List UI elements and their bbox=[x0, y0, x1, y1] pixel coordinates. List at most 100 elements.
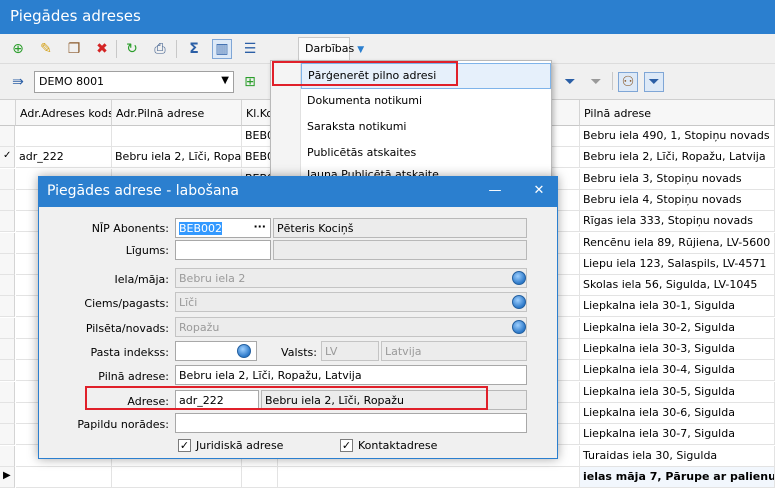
print-icon[interactable]: ⎙ bbox=[150, 39, 170, 59]
juridiska-label: Juridiskā adrese bbox=[196, 439, 284, 452]
edit-address-dialog: Piegādes adrese - labošana — ✕ NĪP Abone… bbox=[38, 176, 558, 459]
column-header[interactable]: Adr.Adreses kods bbox=[16, 100, 112, 126]
row-indicator bbox=[0, 211, 15, 232]
toolbar-separator bbox=[612, 72, 613, 90]
lookup-dots-icon[interactable]: ··· bbox=[253, 220, 266, 233]
pasta-label: Pasta indekss: bbox=[90, 346, 169, 359]
company-select[interactable]: DEMO 8001 ▼ bbox=[34, 71, 234, 93]
refresh-icon[interactable]: ↻ bbox=[122, 39, 142, 59]
chevron-down-icon: ▼ bbox=[357, 45, 365, 55]
add-filter-icon[interactable]: ⊞ bbox=[240, 72, 260, 92]
iela-label: Iela/māja: bbox=[114, 273, 169, 286]
close-icon[interactable]: ✕ bbox=[527, 181, 551, 203]
columns-icon[interactable]: ▥ bbox=[212, 39, 232, 59]
row-indicator: ▶ bbox=[0, 467, 15, 488]
cell-address[interactable]: Liepkalna iela 30-6, Sigulda bbox=[580, 403, 775, 424]
kontakt-checkbox[interactable]: ✓ bbox=[340, 439, 353, 452]
ligums-label: Līgums: bbox=[125, 244, 169, 257]
cell-address[interactable]: Bebru iela 3, Stopiņu novads bbox=[580, 169, 775, 190]
menu-item-list-events[interactable]: Saraksta notikumi bbox=[301, 115, 551, 141]
globe-icon[interactable] bbox=[512, 320, 526, 334]
tree-view-icon[interactable]: ☰ bbox=[240, 39, 260, 59]
valsts-code-field[interactable]: LV bbox=[321, 341, 379, 361]
ciems-field[interactable]: Līči bbox=[175, 292, 527, 312]
pilseta-field[interactable]: Ropažu bbox=[175, 317, 527, 337]
minimize-icon[interactable]: — bbox=[483, 181, 507, 203]
row-indicator bbox=[0, 382, 15, 403]
company-select-value: DEMO 8001 bbox=[39, 75, 105, 88]
juridiska-checkbox[interactable]: ✓ bbox=[178, 439, 191, 452]
toolbar-separator bbox=[176, 40, 177, 58]
globe-icon[interactable] bbox=[512, 295, 526, 309]
cell-address[interactable]: Bebru iela 2, Līči, Ropažu, Latvija bbox=[580, 147, 775, 168]
chevron-down-icon: ▼ bbox=[221, 75, 229, 86]
pilna-input[interactable]: Bebru iela 2, Līči, Ropažu, Latvija bbox=[175, 365, 527, 385]
edit-icon[interactable]: ✎ bbox=[36, 39, 56, 59]
new-record-icon[interactable]: ⊕ bbox=[8, 39, 28, 59]
cell-pilna-adrese[interactable]: Bebru iela 2, Līči, Ropažu bbox=[112, 147, 242, 168]
cell-address[interactable]: Rīgas iela 333, Stopiņu novads bbox=[580, 211, 775, 232]
column-header[interactable]: Pilnā adrese bbox=[580, 100, 775, 126]
actions-menu-button[interactable]: Darbības ▼ bbox=[298, 37, 364, 61]
cell-address[interactable]: Bebru iela 4, Stopiņu novads bbox=[580, 190, 775, 211]
kontakt-label: Kontaktadrese bbox=[358, 439, 438, 452]
row-indicator bbox=[0, 169, 15, 190]
row-indicator bbox=[0, 190, 15, 211]
globe-icon[interactable] bbox=[237, 344, 251, 358]
cell-address[interactable]: Liepkalna iela 30-3, Sigulda bbox=[580, 339, 775, 360]
cell-empty bbox=[278, 467, 580, 488]
iela-field[interactable]: Bebru iela 2 bbox=[175, 268, 527, 288]
ciems-label: Ciems/pagasts: bbox=[84, 297, 169, 310]
funnel-icon[interactable]: ⏷ bbox=[560, 72, 580, 92]
cell-pilna-adrese[interactable] bbox=[112, 467, 242, 488]
nip-name-field: Pēteris Kociņš bbox=[273, 218, 527, 238]
row-indicator bbox=[0, 275, 15, 296]
nip-code-value: BEB002 bbox=[179, 222, 223, 235]
cell-address[interactable]: Liepkalna iela 30-2, Sigulda bbox=[580, 318, 775, 339]
dialog-title: Piegādes adrese - labošana bbox=[39, 177, 557, 207]
nip-code-input[interactable]: BEB002 ··· bbox=[175, 218, 271, 238]
query-filter-icon[interactable]: ⏷ bbox=[644, 72, 664, 92]
valsts-name-field: Latvija bbox=[381, 341, 527, 361]
row-indicator bbox=[0, 296, 15, 317]
user-filter-icon[interactable]: ⚇ bbox=[618, 72, 638, 92]
ligums-input[interactable] bbox=[175, 240, 271, 260]
clear-filter-icon[interactable]: ⏷ bbox=[586, 72, 606, 92]
row-indicator bbox=[0, 126, 15, 147]
menu-item-document-events[interactable]: Dokumenta notikumi bbox=[301, 89, 551, 115]
pilna-label: Pilnā adrese: bbox=[98, 370, 169, 383]
nip-label: NĪP Abonents: bbox=[91, 222, 169, 235]
cell-address[interactable]: Rencēnu iela 89, Rūjiena, LV-5600 bbox=[580, 233, 775, 254]
cell-address[interactable]: Liepkalna iela 30-4, Sigulda bbox=[580, 360, 775, 381]
cell-adreses-kods[interactable] bbox=[16, 467, 112, 488]
cell-address[interactable]: Liepkalna iela 30-5, Sigulda bbox=[580, 382, 775, 403]
copy-icon[interactable]: ❐ bbox=[64, 39, 84, 59]
row-indicator bbox=[0, 446, 15, 467]
cell-address[interactable]: Liepkalna iela 30-7, Sigulda bbox=[580, 424, 775, 445]
valsts-label: Valsts: bbox=[281, 346, 317, 359]
cell-address[interactable]: Bebru iela 490, 1, Stopiņu novads bbox=[580, 126, 775, 147]
cell-adreses-kods[interactable]: adr_222 bbox=[16, 147, 112, 168]
toolbar-separator bbox=[116, 40, 117, 58]
sum-icon[interactable]: Σ bbox=[184, 39, 204, 59]
row-indicator: ✓ bbox=[0, 147, 15, 168]
highlight-box-menu bbox=[272, 61, 458, 86]
column-header[interactable]: Adr.Pilnā adrese bbox=[112, 100, 242, 126]
delete-icon[interactable]: ✖ bbox=[92, 39, 112, 59]
globe-icon[interactable] bbox=[512, 271, 526, 285]
cell-address[interactable]: Liepkalna iela 30-1, Sigulda bbox=[580, 296, 775, 317]
row-indicator bbox=[0, 403, 15, 424]
row-indicator bbox=[0, 339, 15, 360]
cell-adreses-kods[interactable] bbox=[16, 126, 112, 147]
filter-arrow-icon[interactable]: ⇛ bbox=[8, 72, 28, 92]
cell-address[interactable]: ielas māja 7, Pārupe ar palienu bbox=[580, 467, 775, 488]
papildu-input[interactable] bbox=[175, 413, 527, 433]
ligums-name-field bbox=[273, 240, 527, 260]
cell-kl-kods[interactable] bbox=[242, 467, 278, 488]
cell-pilna-adrese[interactable] bbox=[112, 126, 242, 147]
actions-menu-label: Darbības bbox=[305, 42, 355, 55]
cell-address[interactable]: Skolas iela 56, Sigulda, LV-1045 bbox=[580, 275, 775, 296]
cell-address[interactable]: Turaidas iela 30, Sigulda bbox=[580, 446, 775, 467]
cell-address[interactable]: Liepu iela 123, Salaspils, LV-4571 bbox=[580, 254, 775, 275]
row-indicator bbox=[0, 424, 15, 445]
